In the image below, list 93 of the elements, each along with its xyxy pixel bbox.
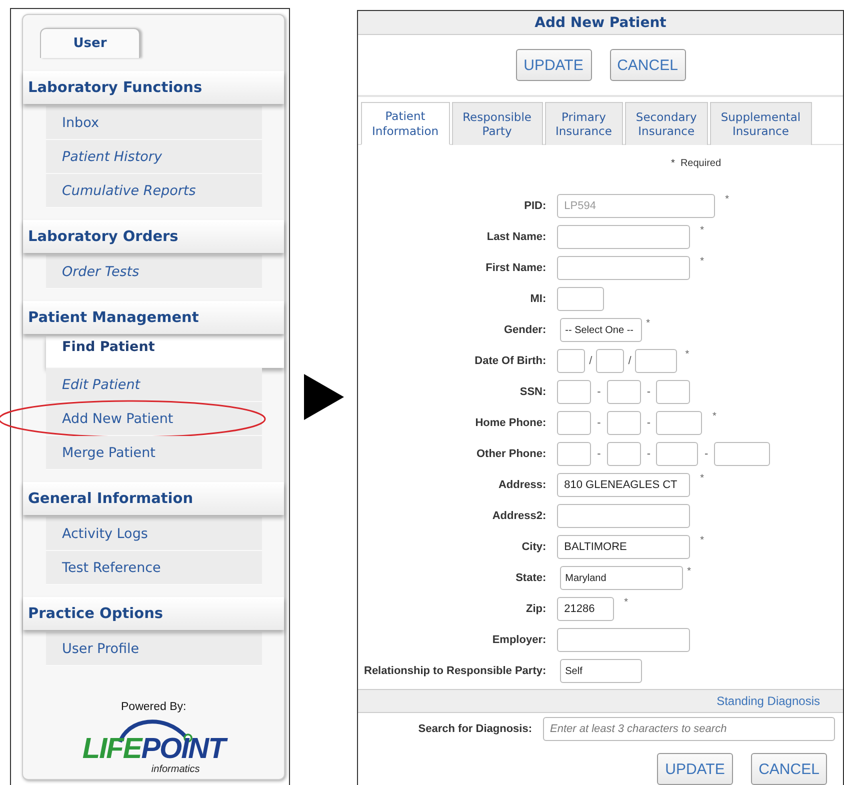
input-field[interactable] xyxy=(557,411,592,435)
cancel-button[interactable]: CANCEL xyxy=(610,49,686,81)
required-mark: * xyxy=(700,256,704,267)
dropdown[interactable]: Maryland xyxy=(560,566,684,590)
menu-item[interactable]: Edit Patient xyxy=(46,368,262,402)
required-mark: * xyxy=(685,349,690,360)
input-field[interactable] xyxy=(557,628,690,652)
input-field[interactable] xyxy=(606,442,641,466)
input-field[interactable] xyxy=(557,256,690,280)
dropdown[interactable]: Self xyxy=(560,659,642,683)
required-mark: * xyxy=(624,597,628,608)
powered-by-text: Powered By: xyxy=(121,701,186,713)
menu-item[interactable]: Patient History xyxy=(46,140,262,174)
input-field[interactable] xyxy=(714,442,770,466)
section-header: Laboratory Orders xyxy=(23,220,284,253)
required-mark: * xyxy=(712,411,716,422)
section-title: Standing Diagnosis xyxy=(716,694,820,708)
field-label: Other Phone: xyxy=(475,448,546,460)
input-field[interactable] xyxy=(557,349,586,373)
field-label: MI: xyxy=(529,293,546,305)
separator: - xyxy=(646,386,650,398)
required-mark: * xyxy=(646,318,650,329)
separator: - xyxy=(704,448,708,460)
dropdown[interactable]: -- Select One -- xyxy=(560,318,642,342)
field-label: SSN: xyxy=(518,386,546,398)
section-header: Laboratory Functions xyxy=(23,71,284,104)
tab[interactable]: Patient Information xyxy=(361,102,450,145)
menu-item[interactable]: Order Tests xyxy=(46,255,262,289)
menu-item[interactable]: User Profile xyxy=(46,632,262,666)
field-label: Date Of Birth: xyxy=(474,355,546,367)
separator: - xyxy=(646,417,650,429)
field-label: City: xyxy=(520,541,546,553)
input-field[interactable] xyxy=(557,504,690,528)
input-field[interactable] xyxy=(557,442,592,466)
menu-item[interactable]: Test Reference xyxy=(46,551,262,585)
required-mark: * xyxy=(700,473,704,484)
field-label: Employer: xyxy=(491,634,546,646)
field-label: State: xyxy=(514,572,546,584)
menu-item[interactable]: Activity Logs xyxy=(46,517,262,551)
field-label: First Name: xyxy=(484,262,546,274)
separator: - xyxy=(597,417,601,429)
input-field[interactable]: 21286 xyxy=(557,597,614,621)
input-field[interactable] xyxy=(557,287,604,311)
field-label: Home Phone: xyxy=(474,417,546,429)
field-label: Address2: xyxy=(491,510,546,522)
field-label: Address: xyxy=(497,479,546,491)
menu-item[interactable]: Inbox xyxy=(46,106,262,140)
cancel-button[interactable]: CANCEL xyxy=(751,753,827,785)
field-label: Relationship to Responsible Party: xyxy=(364,665,546,677)
field-label: Last Name: xyxy=(486,231,546,243)
separator: - xyxy=(646,448,650,460)
menu-item[interactable]: Find Patient xyxy=(46,336,284,368)
input-field[interactable] xyxy=(656,442,698,466)
menu-item[interactable]: Merge Patient xyxy=(46,436,262,470)
input-field[interactable] xyxy=(596,349,624,373)
separator: / xyxy=(628,355,632,367)
required-mark: * xyxy=(700,225,704,236)
field-label: PID: xyxy=(523,200,546,212)
required-mark: * xyxy=(687,566,692,577)
separator: - xyxy=(597,386,601,398)
input-field[interactable] xyxy=(656,380,690,404)
input-field[interactable] xyxy=(606,380,641,404)
dialog-title: Add New Patient xyxy=(358,11,843,35)
search-field[interactable]: Enter at least 3 characters to search xyxy=(543,717,835,741)
separator: / xyxy=(589,355,592,367)
tab[interactable]: Supplemental Insurance xyxy=(710,102,812,145)
tab[interactable]: Secondary Insurance xyxy=(624,102,708,145)
required-mark: * xyxy=(700,535,704,546)
input-field[interactable] xyxy=(557,380,592,404)
section-header: Patient Management xyxy=(23,301,284,334)
arrow-icon xyxy=(304,374,344,420)
logo-tagline: informatics xyxy=(151,764,200,775)
input-field[interactable] xyxy=(656,411,702,435)
field-label: Search for Diagnosis: xyxy=(417,723,532,735)
input-field[interactable]: 810 GLENEAGLES CT xyxy=(557,473,690,497)
section-header: General Information xyxy=(23,482,284,515)
required-mark: * xyxy=(725,194,730,205)
input-field[interactable] xyxy=(606,411,641,435)
menu-item[interactable]: Add New Patient xyxy=(46,402,262,436)
required-note: * Required xyxy=(671,158,722,169)
tab[interactable]: Responsible Party xyxy=(452,102,542,145)
input-field[interactable]: BALTIMORE xyxy=(557,535,690,559)
tab[interactable]: User xyxy=(40,28,140,58)
section-header: Practice Options xyxy=(23,597,284,630)
tab[interactable]: Primary Insurance xyxy=(544,102,623,145)
update-button[interactable]: UPDATE xyxy=(516,49,592,81)
input-field[interactable] xyxy=(557,225,690,249)
separator: - xyxy=(597,448,601,460)
input-field[interactable] xyxy=(635,349,678,373)
field-label: Zip: xyxy=(524,603,546,615)
field-label: Gender: xyxy=(502,324,546,336)
menu-item[interactable]: Cumulative Reports xyxy=(46,174,262,208)
update-button[interactable]: UPDATE xyxy=(657,753,733,785)
